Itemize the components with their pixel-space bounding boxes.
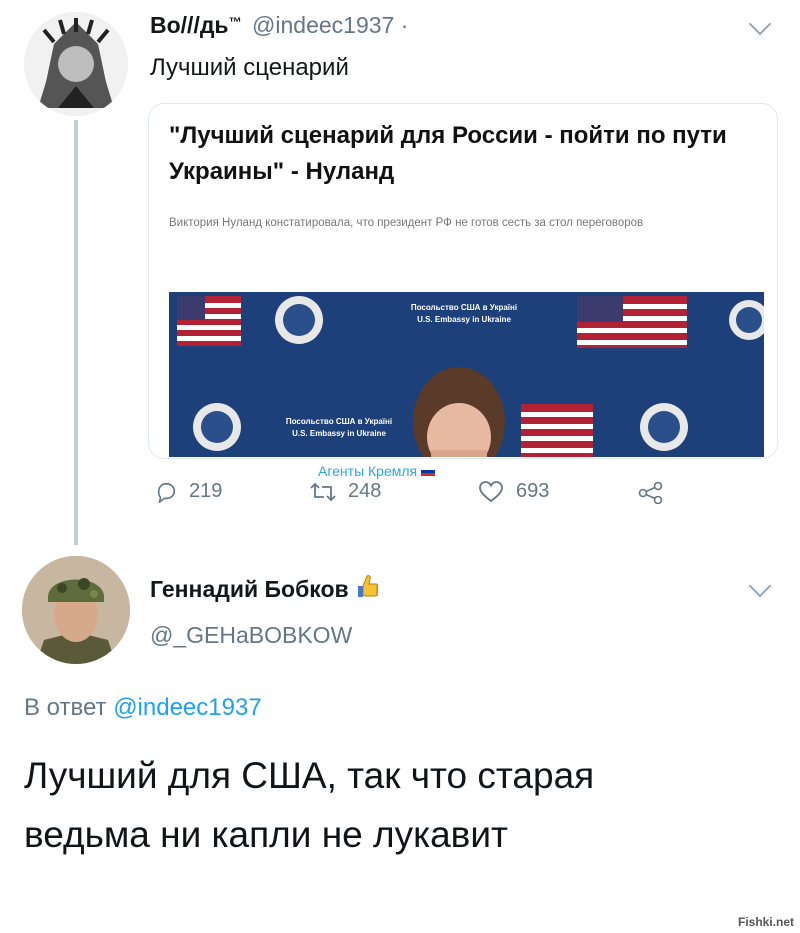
us-flag-right: [577, 296, 687, 348]
tweet1-more-chevron-icon[interactable]: [748, 12, 772, 36]
retweet-count: 248: [348, 480, 382, 502]
reply-action[interactable]: 219: [155, 480, 222, 503]
tweet2-more-chevron-icon[interactable]: [748, 574, 772, 598]
us-flag-left: [177, 296, 241, 346]
agents-watermark-text: Агенты Кремля: [318, 463, 418, 479]
card-image[interactable]: Посольство США в Україні U.S. Embassy in…: [169, 292, 764, 457]
avatar-portrait-icon: [24, 12, 128, 116]
reply-prefix: В ответ: [24, 694, 107, 721]
banner-text-top: Посольство США в Україні U.S. Embassy in…: [374, 302, 554, 326]
reply-icon: [157, 482, 176, 503]
tweet1-author-name[interactable]: Bo///дь: [150, 12, 229, 38]
site-watermark: Fishki.net: [737, 915, 794, 929]
banner-text-line2: U.S. Embassy in Ukraine: [292, 429, 386, 438]
russia-flag-icon: [421, 466, 436, 476]
agents-watermark: Агенты Кремля: [318, 463, 436, 479]
reply-count: 219: [189, 480, 223, 502]
banner-text-line1: Посольство США в Україні: [410, 303, 518, 312]
tweet2-author-name[interactable]: Геннадий Бобков: [150, 576, 349, 603]
banner-text-bottom: Посольство США в Україні U.S. Embassy in…: [269, 416, 409, 440]
link-card[interactable]: "Лучший сценарий для России - пойти по п…: [148, 103, 778, 459]
tweet1-text: Лучший сценарий: [150, 54, 349, 81]
reply-context: В ответ @indeec1937: [24, 694, 262, 722]
retweet-action[interactable]: 248: [310, 480, 381, 503]
us-flag-bottom: [521, 404, 593, 457]
heart-icon: [479, 480, 503, 502]
banner-text-line1: Посольство США в Україні: [285, 417, 393, 426]
avatar-indeec1937[interactable]: [24, 12, 128, 116]
tweet1-trademark: ™: [228, 14, 242, 30]
card-description: Виктория Нуланд констатировала, что през…: [169, 217, 644, 229]
tweet2-header: Геннадий Бобков: [150, 574, 379, 604]
retweet-icon: [310, 482, 336, 501]
tweet2-author-handle[interactable]: @_GEHaBOBKOW: [150, 622, 352, 649]
share-icon: [638, 481, 663, 505]
like-count: 693: [516, 480, 550, 502]
thumbs-up-icon: [357, 575, 378, 597]
banner-text-line2: U.S. Embassy in Ukraine: [417, 315, 511, 324]
reply-to-link[interactable]: @indeec1937: [113, 694, 261, 721]
tweet2-text: Лучший для США, так что старая ведьма ни…: [24, 755, 595, 855]
avatar-gehabobkow[interactable]: [22, 556, 130, 664]
tweet1-header: Bo///дь™ @indeec1937 ·: [150, 12, 408, 39]
tweet1-author-handle[interactable]: @indeec1937 ·: [252, 12, 408, 38]
card-title[interactable]: "Лучший сценарий для России - пойти по п…: [169, 118, 749, 190]
thread-line: [74, 120, 78, 545]
share-button[interactable]: [638, 481, 664, 509]
like-action[interactable]: 693: [478, 480, 549, 503]
avatar-soldier-icon: [22, 556, 130, 664]
